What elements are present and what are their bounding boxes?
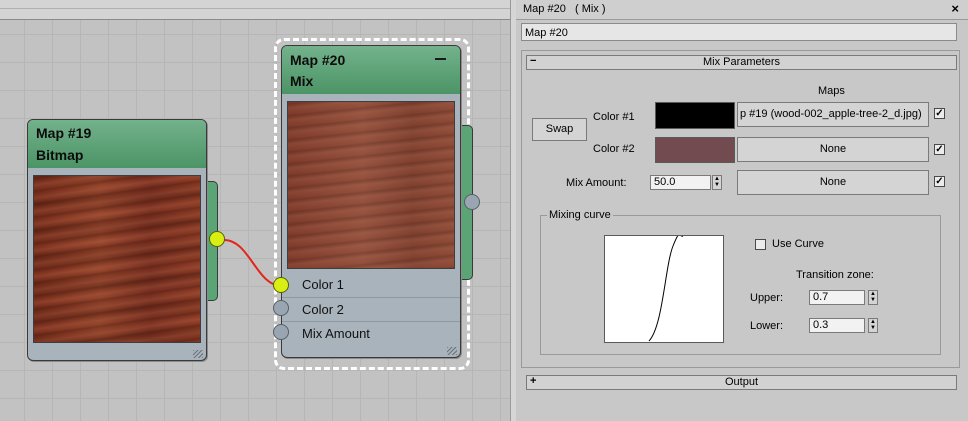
color1-map-button[interactable]: p #19 (wood-002_apple-tree-2_d.jpg) [737, 102, 929, 127]
socket-row-color2[interactable]: Color 2 [282, 297, 460, 321]
map20-node-title: Map #20 [290, 52, 346, 68]
lower-label: Lower: [750, 320, 784, 332]
panel-title: Map #20 ( Mix ) [523, 3, 606, 15]
mixing-curve-line [648, 233, 684, 342]
collapse-icon[interactable] [435, 58, 446, 60]
map20-node[interactable]: Map #20 Mix Color 1 Color 2 Mix Amount [281, 45, 461, 358]
mixing-curve-label: Mixing curve [547, 209, 613, 221]
lower-spinner[interactable]: ▲ ▼ [868, 318, 878, 333]
mix-amount-input[interactable]: 50.0 [650, 175, 711, 190]
upper-label: Upper: [750, 292, 784, 304]
map19-resize-grip[interactable] [193, 350, 203, 358]
transition-zone-label: Transition zone: [796, 269, 874, 281]
map20-node-type: Mix [290, 73, 314, 89]
map20-mix-preview [287, 101, 455, 269]
socket-label-mix-amount: Mix Amount [302, 326, 370, 341]
color1-map-checkbox[interactable]: ✓ [934, 108, 945, 119]
mixing-curve-graph [604, 233, 724, 343]
rollout-title: Mix Parameters [702, 56, 781, 68]
output-rollout-title: Output [724, 376, 759, 388]
map19-node[interactable]: Map #19 Bitmap [27, 119, 207, 361]
panel-titlebar[interactable]: Map #20 ( Mix ) × [516, 0, 968, 20]
close-icon[interactable]: × [951, 1, 959, 16]
mix-amount-input-socket[interactable] [273, 324, 289, 340]
map20-node-header[interactable]: Map #20 Mix [282, 46, 460, 94]
map20-output-socket[interactable] [464, 194, 480, 210]
socket-row-color1[interactable]: Color 1 [282, 273, 460, 296]
spin-down-icon[interactable]: ▼ [713, 182, 721, 188]
lower-input[interactable]: 0.3 [809, 318, 865, 333]
mixing-curve-group: Mixing curve [540, 209, 941, 355]
color2-map-checkbox[interactable]: ✓ [934, 144, 945, 155]
spin-down-icon[interactable]: ▼ [869, 297, 877, 303]
map19-node-header[interactable]: Map #19 Bitmap [28, 120, 206, 168]
parameter-panel: Map #20 ( Mix ) × Map #20 − Mix Paramete… [516, 0, 968, 421]
upper-input[interactable]: 0.7 [809, 290, 865, 305]
color1-swatch[interactable] [655, 102, 735, 129]
mix-amount-spinner[interactable]: ▲ ▼ [712, 175, 722, 190]
use-curve-label: Use Curve [772, 238, 824, 250]
mix-amount-label: Mix Amount: [566, 177, 627, 189]
socket-label-color2: Color 2 [302, 302, 344, 317]
map20-resize-grip[interactable] [447, 347, 457, 355]
use-curve-checkbox[interactable] [755, 239, 766, 250]
collapse-icon: − [530, 55, 537, 67]
color2-input-socket[interactable] [273, 300, 289, 316]
map19-node-title: Map #19 [36, 125, 92, 141]
mix-parameters-header[interactable]: − Mix Parameters [526, 55, 957, 70]
upper-spinner[interactable]: ▲ ▼ [868, 290, 878, 305]
color1-label: Color #1 [593, 111, 635, 123]
color2-map-button[interactable]: None [737, 137, 929, 162]
output-rollout-header[interactable]: + Output [526, 375, 957, 390]
socket-label-color1: Color 1 [302, 277, 344, 292]
color2-swatch[interactable] [655, 137, 735, 163]
socket-row-mix-amount[interactable]: Mix Amount [282, 321, 460, 345]
node-editor-canvas[interactable]: Map #19 Bitmap Map #20 Mix Color 1 Color… [0, 0, 513, 421]
color2-label: Color #2 [593, 143, 635, 155]
swap-button[interactable]: Swap [532, 118, 587, 141]
expand-icon: + [530, 375, 537, 387]
mix-amount-map-checkbox[interactable]: ✓ [934, 176, 945, 187]
map19-output-socket[interactable] [209, 231, 225, 247]
map-name-field[interactable]: Map #20 [521, 23, 957, 41]
spin-down-icon[interactable]: ▼ [869, 325, 877, 331]
maps-column-header: Maps [818, 85, 845, 97]
map19-bitmap-preview [33, 175, 201, 343]
mix-amount-map-button[interactable]: None [737, 170, 929, 195]
color1-input-socket[interactable] [273, 277, 289, 293]
map19-node-type: Bitmap [36, 147, 84, 163]
